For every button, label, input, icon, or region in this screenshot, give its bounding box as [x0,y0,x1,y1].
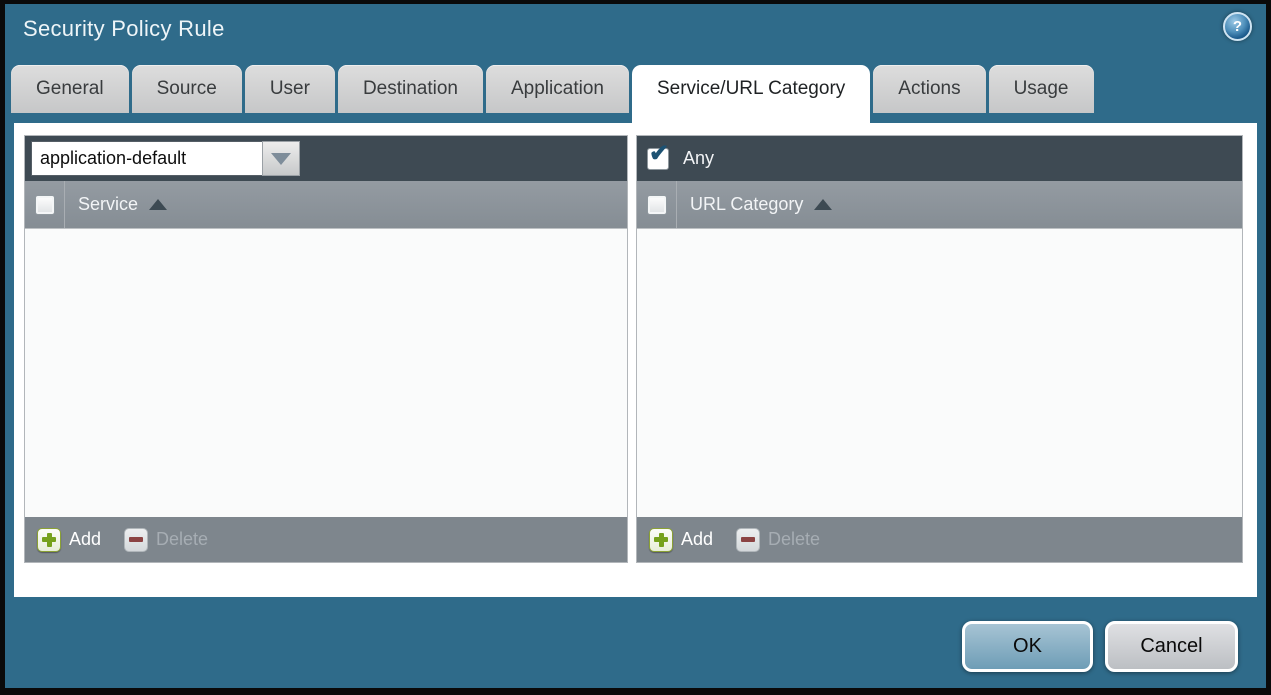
ok-button[interactable]: OK [962,621,1093,672]
url-category-add-button[interactable]: Add [649,527,714,552]
add-plus-icon [649,527,673,552]
delete-minus-icon [124,527,149,552]
url-category-select-all-checkbox[interactable] [647,194,667,215]
help-icon[interactable]: ? [1223,12,1252,41]
sort-ascending-icon [149,199,168,210]
service-list-body[interactable] [25,229,627,517]
tab-destination[interactable]: Destination [337,65,483,113]
delete-button-label: Delete [768,529,821,549]
cancel-button[interactable]: Cancel [1105,621,1238,672]
any-checkbox-row: ✔ Any [637,136,1242,181]
service-panel-header: application-default [25,136,627,181]
url-category-column-label[interactable]: URL Category [690,194,803,215]
chevron-down-icon [271,152,291,165]
dialog-frame: Security Policy Rule ? General Source Us… [5,4,1266,688]
tab-application[interactable]: Application [486,65,629,113]
service-panel: application-default Service Add Delete [24,135,628,563]
tab-strip: General Source User Destination Applicat… [11,65,1094,127]
dialog-title: Security Policy Rule [23,16,225,41]
service-add-button[interactable]: Add [37,527,102,552]
url-category-delete-button[interactable]: Delete [736,527,821,552]
column-separator [676,181,677,228]
column-separator [64,181,65,228]
service-column-label[interactable]: Service [78,194,138,215]
service-column-header-row: Service [25,181,627,229]
delete-button-label: Delete [156,529,209,549]
service-type-dropdown-button[interactable] [262,141,300,176]
service-type-dropdown[interactable]: application-default [31,141,300,176]
url-category-panel-header: ✔ Any [637,136,1242,181]
sort-ascending-icon [814,199,833,210]
any-checkbox-label: Any [683,148,715,168]
help-icon-glyph: ? [1232,18,1243,35]
tab-service-url-category[interactable]: Service/URL Category [631,65,871,127]
service-select-all-checkbox[interactable] [35,194,55,215]
tab-general[interactable]: General [11,65,129,113]
url-category-column-header-row: URL Category [637,181,1242,229]
checkmark-icon: ✔ [649,139,670,167]
delete-minus-icon [736,527,761,552]
add-plus-icon [37,527,61,552]
any-checkbox[interactable]: ✔ [647,141,669,170]
security-policy-rule-dialog: { "window": { "title": "Security Policy … [0,0,1271,695]
url-category-list-body[interactable] [637,229,1242,517]
url-category-panel-footer: Add Delete [637,517,1242,562]
service-panel-footer: Add Delete [25,517,627,562]
service-delete-button[interactable]: Delete [124,527,209,552]
add-button-label: Add [681,529,714,549]
url-category-panel: ✔ Any URL Category Add Delete [636,135,1243,563]
service-type-dropdown-value: application-default [31,141,262,176]
tab-content-area: application-default Service Add Delete ✔… [14,123,1257,597]
tab-source[interactable]: Source [131,65,242,113]
tab-actions[interactable]: Actions [873,65,986,113]
add-button-label: Add [69,529,102,549]
tab-user[interactable]: User [244,65,335,113]
tab-usage[interactable]: Usage [988,65,1094,113]
